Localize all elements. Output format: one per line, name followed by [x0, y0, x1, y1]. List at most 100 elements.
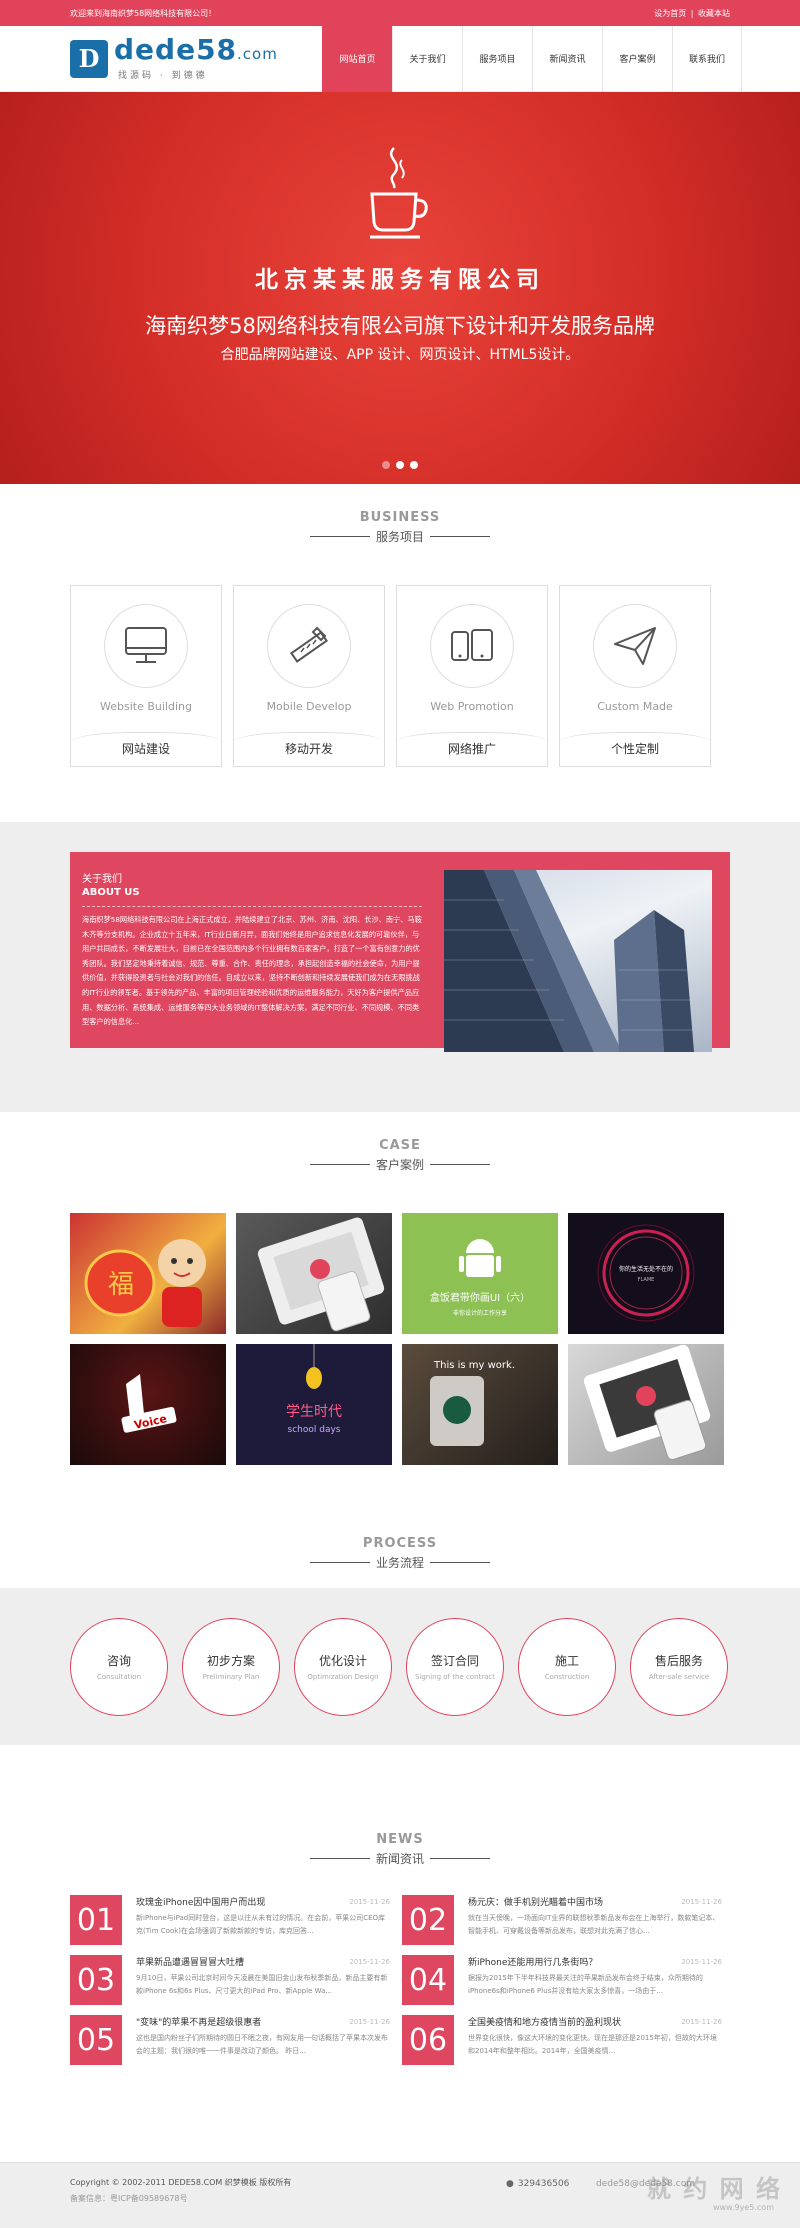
news-item[interactable]: 02 杨元庆：做手机别光瞄着中国市场 2015-11-26 就在当天傍晚，一场面…: [402, 1895, 722, 1945]
bookmark-link[interactable]: 收藏本站: [698, 9, 730, 18]
case-title: CASE 客户案例: [0, 1138, 800, 1173]
footer: Copyright © 2002-2011 DEDE58.COM 织梦模板 版权…: [0, 2162, 800, 2228]
case-title-cn: 客户案例: [0, 1156, 800, 1173]
news-headline[interactable]: 新iPhone还能用用行几条街吗？: [468, 1955, 597, 1968]
news-summary: 这也是国内粉丝子们所期待的圆日不眠之夜，有网友用一句话概括了苹果本次发布会的主题…: [136, 2034, 388, 2055]
process-steps: 咨询 Consultation 初步方案 Preliminary Plan 优化…: [0, 1588, 800, 1745]
case-item-neon[interactable]: 你的生活无处不在的 FLAME: [568, 1213, 724, 1334]
hero-banner[interactable]: 北京某某服务有限公司 海南织梦58网络科技有限公司旗下设计和开发服务品牌 合肥品…: [0, 92, 800, 484]
about-text: 关于我们 ABOUT US 海南织梦58网络科技有限公司在上海正式成立，并陆续建…: [82, 870, 422, 1048]
lightbulb-icon: [306, 1367, 322, 1389]
case-item-android[interactable]: 盒饭君带你画UI（六） 非你设计的工作分享: [402, 1213, 558, 1334]
about-building-image: [444, 870, 712, 1052]
process-step-consultation[interactable]: 咨询 Consultation: [70, 1617, 168, 1716]
case-green-title: 盒饭君带你画UI（六）: [430, 1291, 530, 1304]
case-item-voice[interactable]: Voice: [70, 1344, 226, 1465]
news-headline[interactable]: 苹果新品遭遇冒冒冒大吐槽: [136, 1955, 244, 1968]
process-title-en: PROCESS: [362, 1536, 438, 1551]
nav-cases[interactable]: 客户案例: [602, 25, 672, 92]
news-title-cn: 新闻资讯: [0, 1850, 800, 1867]
nav-services[interactable]: 服务项目: [462, 25, 532, 92]
slider-dot-1[interactable]: [382, 461, 390, 469]
ruler-pencil-icon: [289, 626, 329, 663]
news-headline[interactable]: "变味"的苹果不再是超级很惠者: [136, 2015, 261, 2028]
news-item[interactable]: 05 "变味"的苹果不再是超级很惠者 2015-11-26 这也是国内粉丝子们所…: [70, 2015, 390, 2065]
business-card-cn: 个性定制: [610, 742, 659, 756]
watermark-logo: 就 约 网 络: [646, 2175, 782, 2203]
process-step-construction[interactable]: 施工 Construction: [518, 1617, 616, 1716]
process-step-design[interactable]: 优化设计 Optimization Design: [294, 1617, 392, 1716]
top-bar: 欢迎来到海南织梦58网络科技有限公司！ 设为首页 | 收藏本站: [0, 0, 800, 26]
process-title: PROCESS 业务流程: [0, 1508, 800, 1588]
slider-dot-3[interactable]: [410, 461, 418, 469]
case-item-tablet[interactable]: [236, 1213, 392, 1334]
site-logo[interactable]: D dede58.com 找源码 · 到德德: [70, 36, 278, 81]
case-poster-subtext: school days: [288, 1425, 341, 1435]
qq-icon: ●: [506, 2179, 514, 2189]
logo-text: dede58.com 找源码 · 到德德: [114, 33, 278, 82]
about-divider: [82, 906, 422, 907]
footer-qq[interactable]: ● 329436506: [506, 2179, 569, 2189]
neon-ring-image: [597, 1224, 695, 1322]
news-title: NEWS 新闻资讯: [0, 1832, 800, 1867]
process-step-contract[interactable]: 签订合同 Signing of the contract: [406, 1617, 504, 1716]
banner-company: 北京某某服务有限公司: [255, 266, 545, 293]
process-step-plan[interactable]: 初步方案 Preliminary Plan: [182, 1617, 280, 1716]
news-number: 04: [402, 1955, 454, 2005]
news-summary: 9月10日，苹果公司北京时间今天凌晨在美国旧金山发布秋季新品，新品主要有新款iP…: [136, 1974, 388, 1995]
news-number: 06: [402, 2015, 454, 2065]
business-card-mobile[interactable]: Mobile Develop 移动开发: [233, 585, 385, 767]
business-card-promotion[interactable]: Web Promotion 网络推广: [396, 585, 548, 767]
case-green-subtitle: 非你设计的工作分享: [453, 1309, 507, 1317]
news-headline[interactable]: 玫瑰金iPhone因中国用户而出现: [136, 1895, 265, 1908]
news-summary: 就在当天傍晚，一场面向IT业界的联想秋季新品发布会在上海举行，数款笔记本、智能手…: [468, 1914, 720, 1935]
case-coffee-text: This is my work.: [433, 1360, 515, 1371]
news-item[interactable]: 06 全国美疫情和地方疫情当前的盈利现状 2015-11-26 世界变化很快，像…: [402, 2015, 722, 2065]
nav-news[interactable]: 新闻资讯: [532, 25, 602, 92]
process-title-cn: 业务流程: [0, 1554, 800, 1571]
logo-name: dede58: [114, 33, 238, 66]
case-section: CASE 客户案例 福 盒饭君带你画UI（六） 非你设计的工作分享 你的生活无处…: [0, 1112, 800, 1508]
case-item-poster[interactable]: 学生时代 school days: [236, 1344, 392, 1465]
about-title-en: ABOUT US: [82, 887, 140, 898]
about-section: 关于我们 ABOUT US 海南织梦58网络科技有限公司在上海正式成立，并陆续建…: [0, 822, 800, 1112]
logo-mark: D: [70, 39, 108, 78]
business-card-en: Web Promotion: [430, 700, 514, 713]
banner-subslogan: 合肥品牌网站建设、APP 设计、网页设计、HTML5设计。: [220, 347, 580, 363]
case-item-coffee[interactable]: This is my work.: [402, 1344, 558, 1465]
nav-home[interactable]: 网站首页: [322, 25, 392, 92]
process-step-aftersale[interactable]: 售后服务 After-sale service: [630, 1617, 728, 1716]
case-item-cartoon[interactable]: 福: [70, 1213, 226, 1334]
footer-icp[interactable]: 备案信息：粤ICP备09589678号: [70, 2193, 730, 2204]
slider-dot-2[interactable]: [396, 461, 404, 469]
tablet-phone-image-2: [583, 1344, 711, 1461]
header: D dede58.com 找源码 · 到德德 网站首页 关于我们 服务项目 新闻…: [0, 25, 800, 92]
news-date: 2015-11-26: [681, 1957, 722, 1966]
business-card-website[interactable]: Website Building 网站建设: [70, 585, 222, 767]
nav-contact[interactable]: 联系我们: [672, 25, 742, 92]
case-item-tablet-2[interactable]: [568, 1344, 724, 1465]
news-date: 2015-11-26: [349, 1897, 390, 1906]
news-number: 02: [402, 1895, 454, 1945]
news-number: 01: [70, 1895, 122, 1945]
news-headline[interactable]: 全国美疫情和地方疫情当前的盈利现状: [468, 2015, 621, 2028]
cartoon-lantern-image: 福: [84, 1239, 206, 1327]
set-home-link[interactable]: 设为首页: [654, 9, 686, 18]
about-box: 关于我们 ABOUT US 海南织梦58网络科技有限公司在上海正式成立，并陆续建…: [70, 852, 730, 1052]
news-item[interactable]: 03 苹果新品遭遇冒冒冒大吐槽 2015-11-26 9月10日，苹果公司北京时…: [70, 1955, 390, 2005]
business-card-custom[interactable]: Custom Made 个性定制: [559, 585, 711, 767]
nav-about[interactable]: 关于我们: [392, 25, 462, 92]
logo-tagline: 找源码 · 到德德: [118, 71, 208, 81]
top-links: 设为首页 | 收藏本站: [652, 8, 730, 19]
news-headline[interactable]: 杨元庆：做手机别光瞄着中国市场: [468, 1895, 603, 1908]
about-title-cn: 关于我们: [82, 874, 122, 885]
news-item[interactable]: 01 玫瑰金iPhone因中国用户而出现 2015-11-26 新iPhone与…: [70, 1895, 390, 1945]
about-body: 海南织梦58网络科技有限公司在上海正式成立，并陆续建立了北京、苏州、济南、沈阳、…: [82, 915, 422, 1027]
main-nav: 网站首页 关于我们 服务项目 新闻资讯 客户案例 联系我们: [322, 25, 742, 92]
news-summary: 世界变化很快，像这大环境的变化更快。现在是那还是2015年初，但故的大环境和20…: [468, 2034, 717, 2055]
news-item[interactable]: 04 新iPhone还能用用行几条街吗？ 2015-11-26 据报为2015年…: [402, 1955, 722, 2005]
news-list: 01 玫瑰金iPhone因中国用户而出现 2015-11-26 新iPhone与…: [70, 1895, 800, 2065]
news-date: 2015-11-26: [349, 1957, 390, 1966]
business-card-cn: 网络推广: [447, 742, 496, 756]
business-card-en: Website Building: [100, 700, 192, 713]
